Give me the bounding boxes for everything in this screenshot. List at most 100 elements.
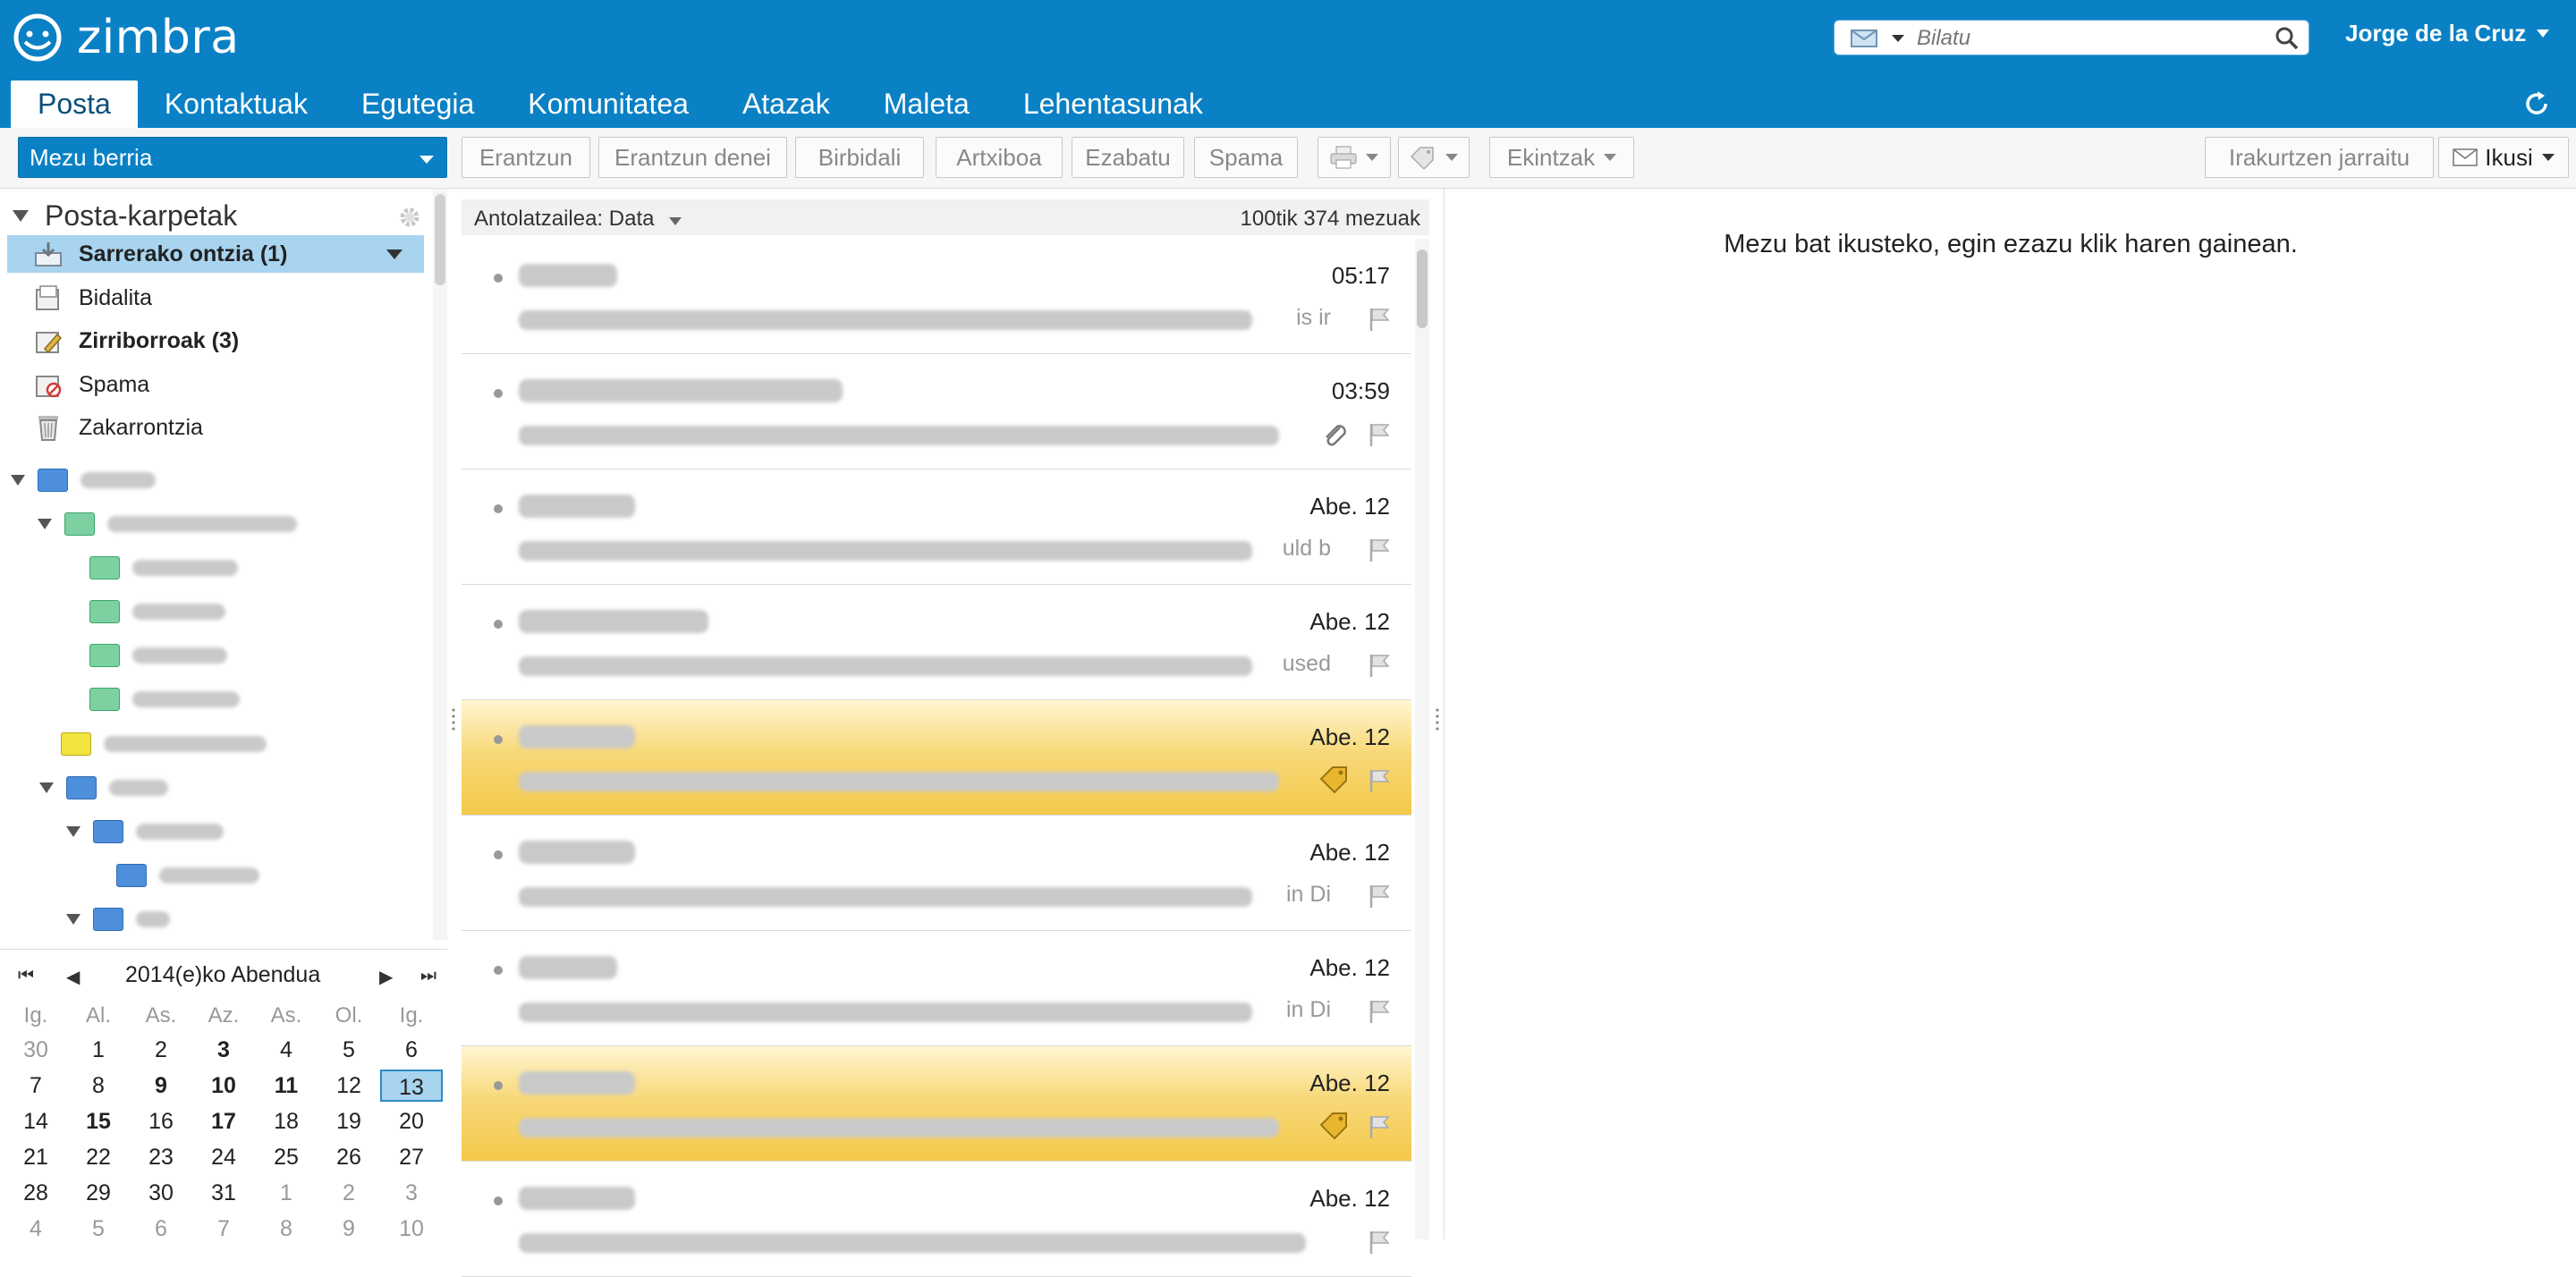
zimbra-logo[interactable]: zimbra (11, 11, 240, 64)
message-row[interactable]: Abe. 12 used (462, 585, 1411, 700)
forward-button[interactable]: Birbidali (795, 137, 924, 178)
custom-folder[interactable] (89, 681, 240, 717)
user-menu[interactable]: Jorge de la Cruz (2345, 20, 2550, 47)
tab-egutegia[interactable]: Egutegia (335, 80, 501, 128)
flag-icon[interactable] (1368, 422, 1392, 447)
tab-lehentasunak[interactable]: Lehentasunak (996, 80, 1230, 128)
folders-header[interactable]: Posta-karpetak (13, 196, 237, 235)
collapse-icon[interactable] (13, 209, 29, 222)
tab-kontaktuak[interactable]: Kontaktuak (138, 80, 335, 128)
reply-button[interactable]: Erantzun (462, 137, 590, 178)
message-list-scrollbar[interactable] (1415, 239, 1429, 1239)
calendar-day[interactable]: 13 (380, 1070, 443, 1102)
calendar-day[interactable]: 16 (130, 1105, 192, 1137)
custom-folder[interactable] (61, 726, 267, 762)
sort-control[interactable]: Antolatzailea: Data (474, 207, 682, 232)
custom-folder[interactable] (66, 814, 224, 850)
calendar-day[interactable]: 12 (318, 1070, 380, 1102)
calendar-day[interactable]: 24 (192, 1141, 255, 1173)
delete-button[interactable]: Ezabatu (1072, 137, 1184, 178)
refresh-icon[interactable] (2521, 88, 2553, 120)
tag-button[interactable] (1398, 137, 1470, 178)
search-input[interactable] (1917, 24, 2266, 53)
folder-sent[interactable]: Bidalita (7, 279, 424, 317)
custom-folder[interactable] (39, 770, 168, 806)
calendar-day[interactable]: 7 (192, 1213, 255, 1245)
message-row[interactable]: Abe. 12 in Di (462, 816, 1411, 931)
calendar-day[interactable]: 30 (130, 1177, 192, 1209)
custom-folder[interactable] (89, 550, 238, 586)
calendar-day[interactable]: 9 (318, 1213, 380, 1245)
archive-button[interactable]: Artxiboa (936, 137, 1063, 178)
calendar-day[interactable]: 17 (192, 1105, 255, 1137)
flag-icon[interactable] (1368, 768, 1392, 793)
sort-direction-icon[interactable] (669, 217, 682, 225)
calendar-day[interactable]: 21 (4, 1141, 67, 1173)
unread-dot-icon[interactable] (494, 735, 503, 744)
tab-maleta[interactable]: Maleta (857, 80, 996, 128)
calendar-day[interactable]: 26 (318, 1141, 380, 1173)
actions-button[interactable]: Ekintzak (1489, 137, 1634, 178)
calendar-day[interactable]: 29 (67, 1177, 130, 1209)
expand-icon[interactable] (66, 914, 80, 925)
flag-icon[interactable] (1368, 884, 1392, 909)
new-message-button[interactable]: Mezu berria (18, 137, 447, 178)
calendar-day[interactable]: 4 (4, 1213, 67, 1245)
print-button[interactable] (1318, 137, 1391, 178)
unread-dot-icon[interactable] (494, 389, 503, 398)
scrollbar-thumb[interactable] (1417, 249, 1428, 328)
spam-button[interactable]: Spama (1194, 137, 1298, 178)
view-button[interactable]: Ikusi (2438, 137, 2569, 178)
custom-folder[interactable] (89, 638, 227, 673)
message-row[interactable]: Abe. 12 (462, 1046, 1411, 1162)
expand-icon[interactable] (11, 475, 25, 486)
calendar-day[interactable]: 14 (4, 1105, 67, 1137)
search-type-dropdown-icon[interactable] (1892, 35, 1904, 42)
continue-reading-button[interactable]: Irakurtzen jarraitu (2205, 137, 2434, 178)
folder-inbox[interactable]: Sarrerako ontzia (1) (7, 235, 424, 273)
calendar-day[interactable]: 10 (192, 1070, 255, 1102)
calendar-day[interactable]: 28 (4, 1177, 67, 1209)
expand-icon[interactable] (39, 782, 54, 793)
scrollbar-thumb[interactable] (435, 194, 445, 285)
unread-dot-icon[interactable] (494, 620, 503, 629)
next-month-icon[interactable]: ▶ (379, 966, 393, 988)
message-row[interactable]: 03:59 (462, 354, 1411, 469)
folder-drafts[interactable]: Zirriborroak (3) (7, 322, 424, 359)
unread-dot-icon[interactable] (494, 504, 503, 513)
unread-dot-icon[interactable] (494, 274, 503, 283)
calendar-day[interactable]: 1 (255, 1177, 318, 1209)
flag-icon[interactable] (1368, 653, 1392, 678)
custom-folder[interactable] (66, 901, 170, 937)
calendar-day[interactable]: 5 (318, 1034, 380, 1066)
folder-spam[interactable]: Spama (7, 366, 424, 403)
prev-month-icon[interactable]: ◀ (66, 966, 80, 988)
calendar-day[interactable]: 18 (255, 1105, 318, 1137)
message-row[interactable]: Abe. 12 in Di (462, 931, 1411, 1046)
calendar-day[interactable]: 20 (380, 1105, 443, 1137)
folder-scrollbar[interactable] (433, 189, 447, 940)
calendar-day[interactable]: 1 (67, 1034, 130, 1066)
unread-dot-icon[interactable] (494, 1081, 503, 1090)
flag-icon[interactable] (1368, 307, 1392, 332)
message-row[interactable]: Abe. 12 (462, 700, 1411, 816)
calendar-day[interactable]: 3 (380, 1177, 443, 1209)
calendar-day[interactable]: 6 (380, 1034, 443, 1066)
calendar-day[interactable]: 22 (67, 1141, 130, 1173)
pane-resize-handle[interactable] (1435, 706, 1440, 733)
tab-komunitatea[interactable]: Komunitatea (501, 80, 716, 128)
calendar-day[interactable]: 2 (130, 1034, 192, 1066)
custom-folder[interactable] (116, 858, 259, 893)
calendar-day[interactable]: 30 (4, 1034, 67, 1066)
calendar-day[interactable]: 31 (192, 1177, 255, 1209)
flag-icon[interactable] (1368, 1114, 1392, 1139)
mail-search-type-icon[interactable] (1851, 30, 1877, 47)
tab-atazak[interactable]: Atazak (716, 80, 857, 128)
search-box[interactable] (1834, 20, 2309, 55)
calendar-day[interactable]: 23 (130, 1141, 192, 1173)
calendar-day[interactable]: 7 (4, 1070, 67, 1102)
calendar-day[interactable]: 15 (67, 1105, 130, 1137)
sidebar-resize-handle[interactable] (451, 706, 456, 733)
flag-icon[interactable] (1368, 1230, 1392, 1255)
unread-dot-icon[interactable] (494, 1197, 503, 1205)
